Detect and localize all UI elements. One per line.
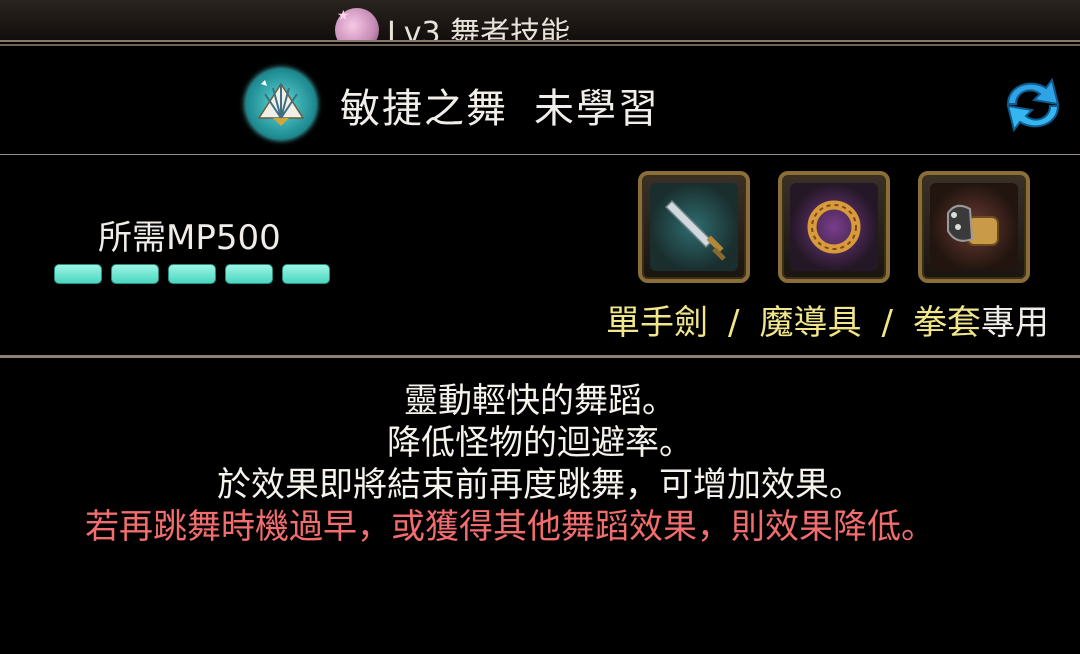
fan-dance-icon [245,68,317,140]
skill-header: 敏捷之舞 未學習 [0,44,1080,157]
weapon-requirement: 單手劍 / 魔導具 / 拳套專用 [606,295,1049,344]
weapon-separator: / [728,303,740,343]
description-line: 靈動輕快的舞蹈。 [404,381,676,421]
mp-bar [54,264,102,284]
weapon-slot-magic-device[interactable] [778,171,890,283]
skill-title: 敏捷之舞 未學習 [340,76,660,134]
weapon-type-knuckles: 拳套 [912,303,981,343]
knuckles-gauntlet-icon [947,204,999,246]
weapon-slot-knuckles[interactable] [918,171,1030,283]
requirements-panel: 所需MP500 單手劍 / 魔導具 / 拳套專用 [0,155,1080,355]
description-line: 降低怪物的迴避率。 [387,423,693,463]
section-divider [0,355,1080,358]
fan-glyph [257,80,305,126]
skill-category-crumb: Lv3 舞者技能 [335,8,571,42]
mp-cost-label: 所需MP500 [98,218,281,258]
weapon-separator: / [881,303,893,343]
weapon-slot-sword[interactable] [638,171,750,283]
magic-device-icon [807,200,861,254]
mp-bar [282,264,330,284]
skill-status: 未學習 [534,86,660,132]
refresh-icon [1006,77,1060,133]
mp-bar [225,264,273,284]
mp-bar [111,264,159,284]
skill-name: 敏捷之舞 [340,86,508,132]
weapon-type-sword: 單手劍 [606,303,708,343]
skill-category-label: Lv3 舞者技能 [387,16,571,42]
mp-bar [168,264,216,284]
skill-description: 靈動輕快的舞蹈。 降低怪物的迴避率。 於效果即將結束前再度跳舞，可增加效果。 若… [0,380,1080,548]
top-header-strip: Lv3 舞者技能 [0,0,1080,42]
weapon-type-magic-device: 魔導具 [759,303,862,343]
dancer-badge-icon [335,8,379,40]
weapon-exclusive-suffix: 專用 [980,303,1049,343]
one-handed-sword-icon [664,199,726,261]
refresh-button[interactable] [1000,74,1066,136]
description-line: 於效果即將結束前再度跳舞，可增加效果。 [217,465,863,505]
description-warning: 若再跳舞時機過早，或獲得其他舞蹈效果，則效果降低。 [85,507,935,547]
mp-cost-bars [54,264,330,284]
